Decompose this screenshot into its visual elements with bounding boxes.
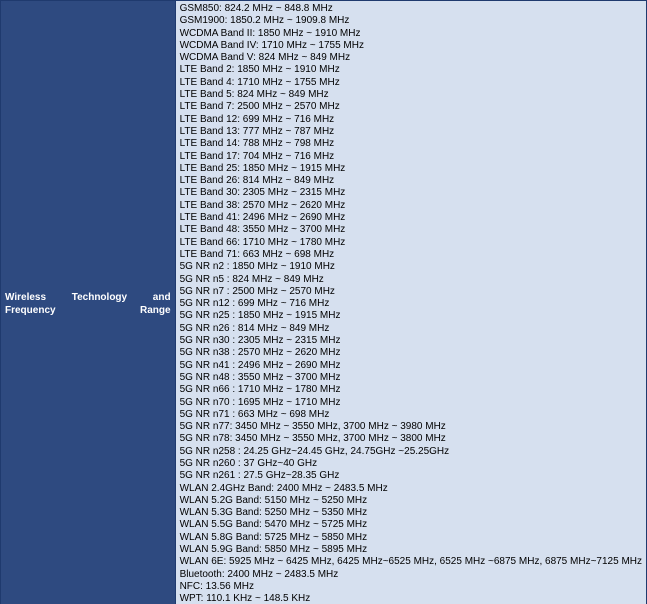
frequency-line: LTE Band 5: 824 MHz ~ 849 MHz bbox=[180, 89, 642, 101]
frequency-line: LTE Band 48: 3550 MHz ~ 3700 MHz bbox=[180, 224, 642, 236]
frequency-line: WCDMA Band V: 824 MHz ~ 849 MHz bbox=[180, 52, 642, 64]
frequency-line: 5G NR n12 : 699 MHz ~ 716 MHz bbox=[180, 298, 642, 310]
frequency-line: 5G NR n260 : 37 GHz~40 GHz bbox=[180, 458, 642, 470]
frequency-line: 5G NR n41 : 2496 MHz ~ 2690 MHz bbox=[180, 360, 642, 372]
frequency-line: WLAN 6E: 5925 MHz ~ 6425 MHz, 6425 MHz~6… bbox=[180, 556, 642, 568]
frequency-line: 5G NR n70 : 1695 MHz ~ 1710 MHz bbox=[180, 397, 642, 409]
frequency-line: NFC: 13.56 MHz bbox=[180, 581, 642, 593]
frequency-line: LTE Band 30: 2305 MHz ~ 2315 MHz bbox=[180, 187, 642, 199]
frequency-line: LTE Band 13: 777 MHz ~ 787 MHz bbox=[180, 126, 642, 138]
frequency-line: WLAN 5.9G Band: 5850 MHz ~ 5895 MHz bbox=[180, 544, 642, 556]
frequency-line: LTE Band 41: 2496 MHz ~ 2690 MHz bbox=[180, 212, 642, 224]
frequency-line: LTE Band 71: 663 MHz ~ 698 MHz bbox=[180, 249, 642, 261]
frequency-line: WCDMA Band II: 1850 MHz ~ 1910 MHz bbox=[180, 28, 642, 40]
frequency-line: LTE Band 25: 1850 MHz ~ 1915 MHz bbox=[180, 163, 642, 175]
frequency-line: 5G NR n71 : 663 MHz ~ 698 MHz bbox=[180, 409, 642, 421]
frequency-line: LTE Band 17: 704 MHz ~ 716 MHz bbox=[180, 151, 642, 163]
frequency-line: 5G NR n258 : 24.25 GHz~24.45 GHz, 24.75G… bbox=[180, 446, 642, 458]
frequency-line: WLAN 5.8G Band: 5725 MHz ~ 5850 MHz bbox=[180, 532, 642, 544]
frequency-line: LTE Band 12: 699 MHz ~ 716 MHz bbox=[180, 114, 642, 126]
frequency-line: WPT: 110.1 KHz ~ 148.5 KHz bbox=[180, 593, 642, 604]
frequency-line: WLAN 2.4GHz Band: 2400 MHz ~ 2483.5 MHz bbox=[180, 483, 642, 495]
frequency-line: 5G NR n66 : 1710 MHz ~ 1780 MHz bbox=[180, 384, 642, 396]
frequency-line: LTE Band 14: 788 MHz ~ 798 MHz bbox=[180, 138, 642, 150]
frequency-line: GSM850: 824.2 MHz ~ 848.8 MHz bbox=[180, 3, 642, 15]
frequency-line: LTE Band 2: 1850 MHz ~ 1910 MHz bbox=[180, 64, 642, 76]
frequency-line: 5G NR n38 : 2570 MHz ~ 2620 MHz bbox=[180, 347, 642, 359]
frequency-line: WLAN 5.2G Band: 5150 MHz ~ 5250 MHz bbox=[180, 495, 642, 507]
frequency-line: LTE Band 38: 2570 MHz ~ 2620 MHz bbox=[180, 200, 642, 212]
frequency-line: WLAN 5.3G Band: 5250 MHz ~ 5350 MHz bbox=[180, 507, 642, 519]
frequency-line: LTE Band 66: 1710 MHz ~ 1780 MHz bbox=[180, 237, 642, 249]
frequency-line: LTE Band 4: 1710 MHz ~ 1755 MHz bbox=[180, 77, 642, 89]
frequency-line: LTE Band 26: 814 MHz ~ 849 MHz bbox=[180, 175, 642, 187]
frequency-line: GSM1900: 1850.2 MHz ~ 1909.8 MHz bbox=[180, 15, 642, 27]
frequency-line: 5G NR n78: 3450 MHz ~ 3550 MHz, 3700 MHz… bbox=[180, 433, 642, 445]
frequency-line: 5G NR n5 : 824 MHz ~ 849 MHz bbox=[180, 274, 642, 286]
row-value-cell: GSM850: 824.2 MHz ~ 848.8 MHzGSM1900: 18… bbox=[176, 1, 646, 604]
spec-table: Wireless Technology and Frequency Range … bbox=[0, 0, 647, 604]
row-header-cell: Wireless Technology and Frequency Range bbox=[1, 1, 176, 604]
frequency-line: 5G NR n261 : 27.5 GHz~28.35 GHz bbox=[180, 470, 642, 482]
frequency-line: 5G NR n26 : 814 MHz ~ 849 MHz bbox=[180, 323, 642, 335]
frequency-line: 5G NR n2 : 1850 MHz ~ 1910 MHz bbox=[180, 261, 642, 273]
frequency-line: 5G NR n25 : 1850 MHz ~ 1915 MHz bbox=[180, 310, 642, 322]
row-header-label: Wireless Technology and Frequency Range bbox=[5, 291, 171, 318]
frequency-line: LTE Band 7: 2500 MHz ~ 2570 MHz bbox=[180, 101, 642, 113]
frequency-line: 5G NR n48 : 3550 MHz ~ 3700 MHz bbox=[180, 372, 642, 384]
frequency-line: WCDMA Band IV: 1710 MHz ~ 1755 MHz bbox=[180, 40, 642, 52]
frequency-line: 5G NR n77: 3450 MHz ~ 3550 MHz, 3700 MHz… bbox=[180, 421, 642, 433]
frequency-line: WLAN 5.5G Band: 5470 MHz ~ 5725 MHz bbox=[180, 519, 642, 531]
frequency-line: Bluetooth: 2400 MHz ~ 2483.5 MHz bbox=[180, 569, 642, 581]
frequency-line: 5G NR n30 : 2305 MHz ~ 2315 MHz bbox=[180, 335, 642, 347]
frequency-line: 5G NR n7 : 2500 MHz ~ 2570 MHz bbox=[180, 286, 642, 298]
